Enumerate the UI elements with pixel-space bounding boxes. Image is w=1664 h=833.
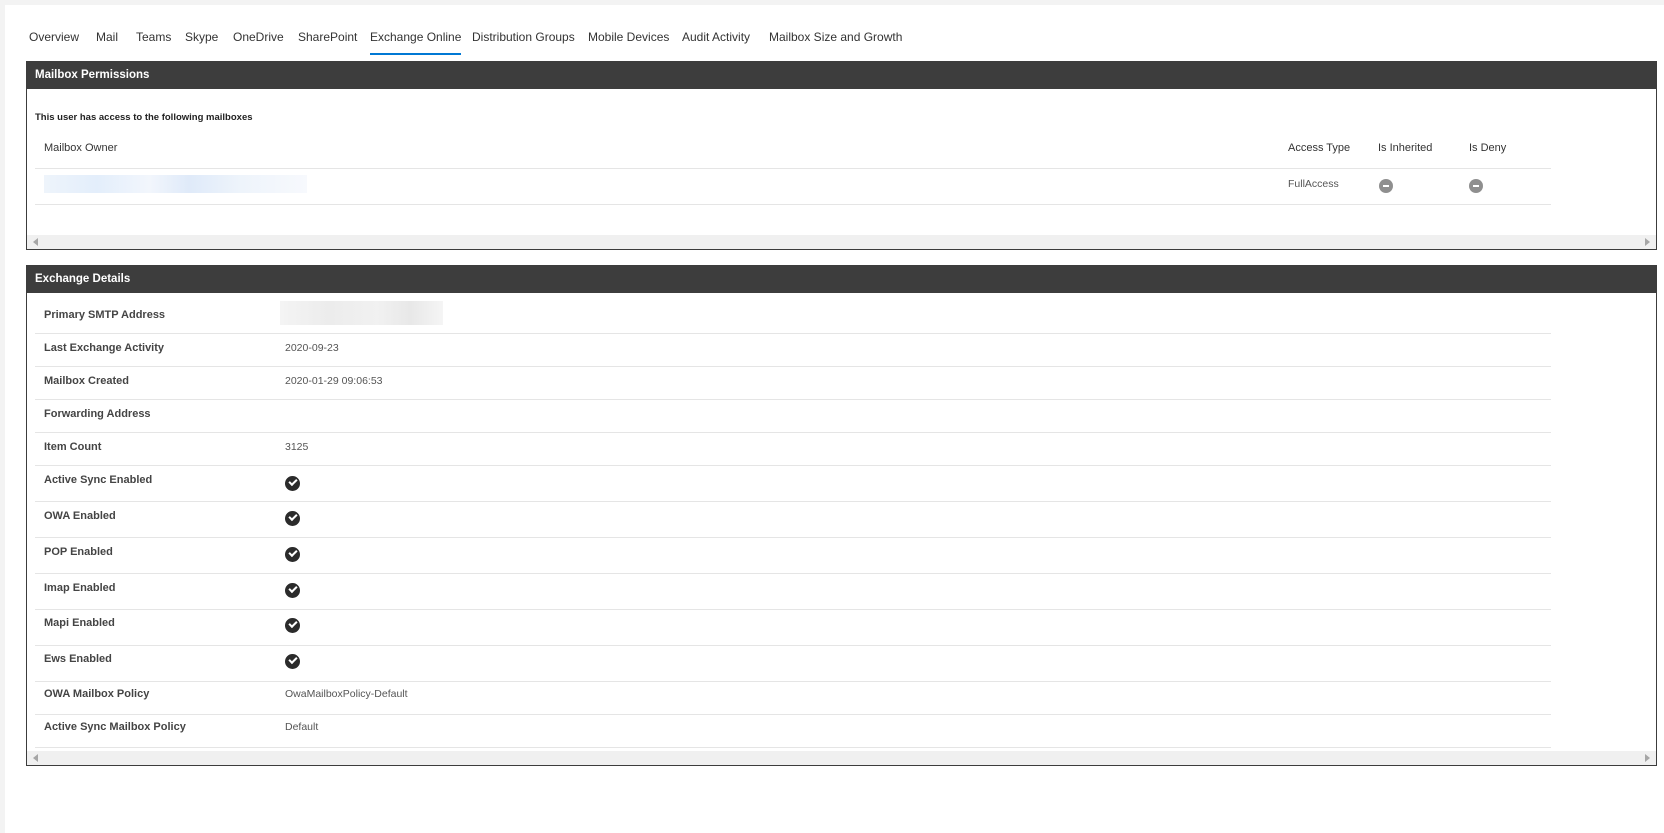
detail-label: Mapi Enabled	[44, 617, 115, 629]
detail-label: Active Sync Mailbox Policy	[44, 721, 186, 733]
detail-label: Primary SMTP Address	[44, 309, 166, 321]
scroll-left-icon[interactable]	[33, 754, 38, 762]
detail-label: Mailbox Created	[44, 375, 129, 387]
exchange-details-title: Exchange Details	[27, 266, 1656, 293]
detail-value: 2020-09-23	[285, 342, 339, 354]
detail-value: 2020-01-29 09:06:53	[285, 375, 383, 387]
check-circle-icon	[285, 583, 300, 598]
detail-label: Forwarding Address	[44, 408, 151, 420]
detail-row-imap-enabled: Imap Enabled	[35, 574, 1551, 610]
tab-audit-activity[interactable]: Audit Activity	[682, 23, 750, 53]
column-header-access-type[interactable]: Access Type	[1288, 142, 1350, 154]
scroll-left-icon[interactable]	[33, 238, 38, 246]
detail-label: OWA Mailbox Policy	[44, 688, 150, 700]
column-header-is-deny[interactable]: Is Deny	[1469, 142, 1506, 154]
detail-row-owa-mailbox-policy: OWA Mailbox Policy OwaMailboxPolicy-Defa…	[35, 682, 1551, 715]
detail-row-active-sync-mailbox-policy: Active Sync Mailbox Policy Default	[35, 715, 1551, 748]
detail-row-forwarding-address: Forwarding Address	[35, 400, 1551, 433]
detail-label: OWA Enabled	[44, 510, 116, 522]
detail-row-mailbox-created: Mailbox Created 2020-01-29 09:06:53	[35, 367, 1551, 400]
tab-exchange-online[interactable]: Exchange Online	[370, 23, 462, 55]
check-circle-icon	[285, 618, 300, 633]
row-divider	[35, 204, 1551, 205]
detail-label: Last Exchange Activity	[44, 342, 165, 354]
detail-row-primary-smtp: Primary SMTP Address	[35, 293, 1551, 334]
detail-value: Default	[285, 721, 319, 733]
detail-row-active-sync-enabled: Active Sync Enabled	[35, 466, 1551, 502]
horizontal-scrollbar[interactable]	[27, 751, 1656, 765]
tab-skype[interactable]: Skype	[185, 23, 218, 53]
mailbox-permissions-panel: Mailbox Permissions This user has access…	[26, 61, 1657, 250]
detail-label: Imap Enabled	[44, 582, 116, 594]
check-circle-icon	[285, 654, 300, 669]
detail-label: Ews Enabled	[44, 653, 112, 665]
detail-row-mapi-enabled: Mapi Enabled	[35, 610, 1551, 646]
tab-mail[interactable]: Mail	[96, 23, 118, 53]
tab-onedrive[interactable]: OneDrive	[233, 23, 284, 53]
detail-label: Active Sync Enabled	[44, 474, 153, 486]
tab-mobile-devices[interactable]: Mobile Devices	[588, 23, 669, 53]
check-circle-icon	[285, 511, 300, 526]
tab-mailbox-size-and-growth[interactable]: Mailbox Size and Growth	[769, 23, 902, 53]
column-header-is-inherited[interactable]: Is Inherited	[1378, 142, 1432, 154]
detail-value: 3125	[285, 441, 309, 453]
check-circle-icon	[285, 547, 300, 562]
scroll-right-icon[interactable]	[1645, 238, 1650, 246]
tab-overview[interactable]: Overview	[29, 23, 79, 53]
minus-circle-icon	[1469, 179, 1483, 193]
access-type-value: FullAccess	[1288, 178, 1339, 190]
tab-distribution-groups[interactable]: Distribution Groups	[472, 23, 575, 53]
horizontal-scrollbar[interactable]	[27, 235, 1656, 249]
minus-circle-icon	[1379, 179, 1393, 193]
detail-row-owa-enabled: OWA Enabled	[35, 502, 1551, 538]
detail-row-last-exchange-activity: Last Exchange Activity 2020-09-23	[35, 334, 1551, 367]
table-row[interactable]: FullAccess	[35, 169, 1551, 204]
exchange-details-panel: Exchange Details Primary SMTP Address La…	[26, 265, 1657, 766]
mailbox-permissions-intro: This user has access to the following ma…	[35, 112, 253, 123]
page: Overview Mail Teams Skype OneDrive Share…	[5, 5, 1664, 833]
primary-smtp-redacted	[280, 301, 443, 325]
detail-row-ews-enabled: Ews Enabled	[35, 646, 1551, 682]
detail-value: OwaMailboxPolicy-Default	[285, 688, 408, 700]
detail-row-item-count: Item Count 3125	[35, 433, 1551, 466]
check-circle-icon	[285, 476, 300, 491]
column-header-mailbox-owner[interactable]: Mailbox Owner	[44, 142, 117, 154]
tab-sharepoint[interactable]: SharePoint	[298, 23, 357, 53]
mailbox-permissions-title: Mailbox Permissions	[27, 62, 1656, 89]
detail-row-pop-enabled: POP Enabled	[35, 538, 1551, 574]
tab-teams[interactable]: Teams	[136, 23, 171, 53]
mailbox-owner-redacted[interactable]	[44, 175, 307, 193]
scroll-right-icon[interactable]	[1645, 754, 1650, 762]
detail-label: POP Enabled	[44, 546, 113, 558]
detail-label: Item Count	[44, 441, 102, 453]
